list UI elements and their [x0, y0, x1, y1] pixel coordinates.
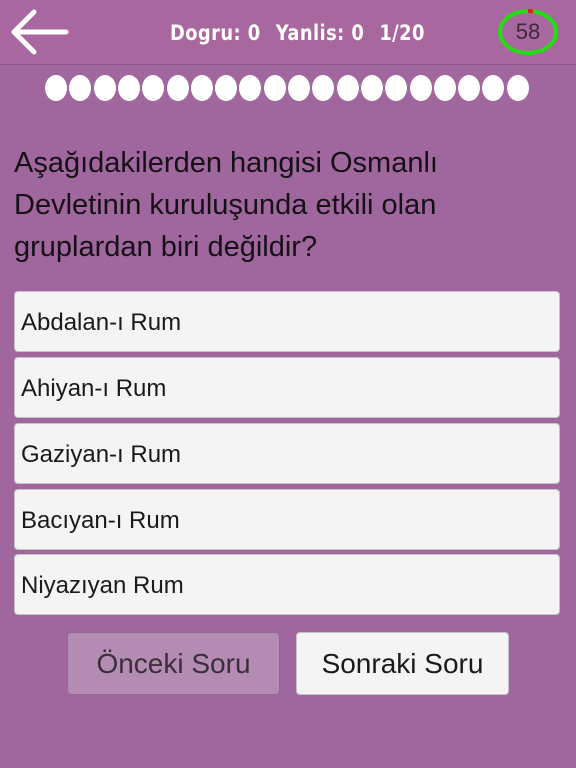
question-counter: 1/20	[379, 21, 425, 45]
next-question-button[interactable]: Sonraki Soru	[296, 632, 509, 695]
progress-dot	[190, 75, 213, 101]
answer-option-label: Bacıyan-ı Rum	[21, 507, 180, 534]
progress-dot	[69, 75, 92, 101]
progress-dot	[458, 75, 481, 101]
answer-option-c[interactable]: Gaziyan-ı Rum	[14, 423, 560, 484]
progress-dot	[93, 75, 116, 101]
countdown-timer: 58	[497, 8, 559, 56]
back-button[interactable]	[10, 8, 70, 56]
answer-option-b[interactable]: Ahiyan-ı Rum	[14, 357, 560, 418]
progress-dot	[117, 75, 140, 101]
progress-dot	[288, 75, 310, 101]
progress-dot	[45, 75, 67, 101]
top-bar: Dogru: 0 Yanlis: 0 1/20 58	[0, 0, 576, 65]
progress-dot	[336, 75, 359, 101]
progress-dot	[482, 75, 505, 101]
arrow-left-icon	[11, 9, 69, 55]
correct-count: Dogru: 0	[170, 21, 261, 45]
previous-question-button[interactable]: Önceki Soru	[67, 632, 280, 695]
question-text: Aşağıdakilerden hangisi Osmanlı Devletin…	[14, 147, 438, 263]
progress-dot	[239, 75, 262, 101]
progress-dot	[166, 75, 189, 101]
progress-dot	[312, 75, 335, 101]
answer-option-a[interactable]: Abdalan-ı Rum	[14, 291, 560, 352]
progress-dot	[215, 75, 238, 101]
answer-option-label: Ahiyan-ı Rum	[21, 375, 167, 402]
timer-value: 58	[515, 19, 541, 44]
answer-option-d[interactable]: Bacıyan-ı Rum	[14, 489, 560, 550]
answer-option-label: Niyazıyan Rum	[21, 572, 184, 599]
answer-option-e[interactable]: Niyazıyan Rum	[14, 554, 560, 615]
progress-dot	[263, 75, 286, 101]
progress-dot	[506, 75, 529, 101]
answer-option-label: Abdalan-ı Rum	[21, 309, 182, 336]
progress-dot	[385, 75, 408, 101]
answer-option-label: Gaziyan-ı Rum	[21, 441, 182, 468]
question-progress	[45, 74, 531, 102]
wrong-count: Yanlis: 0	[275, 21, 365, 45]
score-summary: Dogru: 0 Yanlis: 0 1/20	[170, 16, 433, 50]
progress-dot	[360, 75, 383, 101]
progress-dot	[142, 75, 165, 101]
progress-dot	[433, 75, 456, 101]
progress-dot	[409, 75, 432, 101]
